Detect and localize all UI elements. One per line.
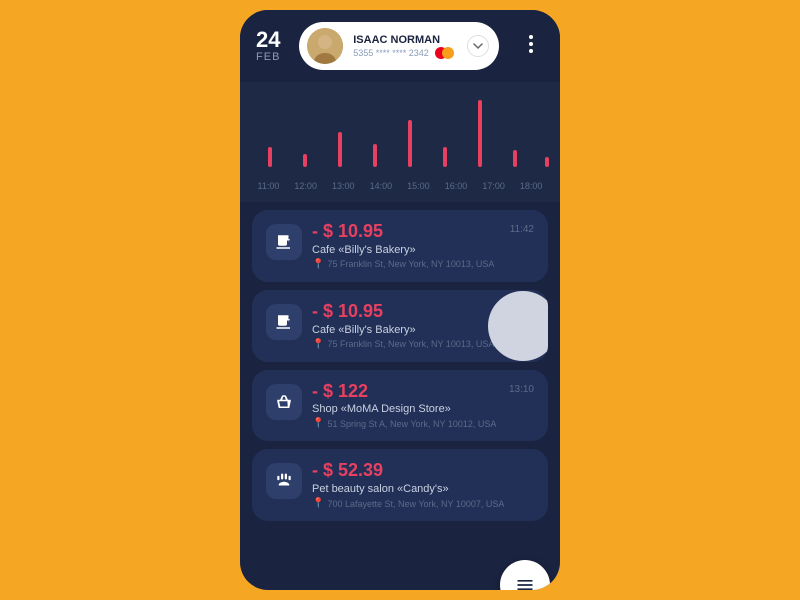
chart-label-1500: 15:00 xyxy=(407,181,430,191)
mastercard-icon xyxy=(435,47,454,59)
transaction-amount-3: - $ 122 xyxy=(312,382,534,402)
transaction-name-3: Shop «MoMA Design Store» xyxy=(312,403,534,415)
transaction-details-1: - $ 10.95 Cafe «Billy's Bakery» 📍 75 Fra… xyxy=(312,222,534,270)
card-number: 5355 **** **** 2342 xyxy=(353,47,457,59)
chart-labels: 11:00 12:00 13:00 14:00 15:00 16:00 17:0… xyxy=(240,177,560,195)
transaction-card-3[interactable]: - $ 122 Shop «MoMA Design Store» 📍 51 Sp… xyxy=(252,370,548,442)
chart-label-1100: 11:00 xyxy=(258,181,280,191)
transaction-time-3: 13:10 xyxy=(509,384,534,395)
user-info: ISAAC NORMAN 5355 **** **** 2342 xyxy=(353,34,457,59)
transaction-details-3: - $ 122 Shop «MoMA Design Store» 📍 51 Sp… xyxy=(312,382,534,430)
transaction-icon-1 xyxy=(266,224,302,260)
chart-label-1200: 12:00 xyxy=(294,181,317,191)
chart-svg xyxy=(240,92,560,172)
pin-icon-3: 📍 xyxy=(312,418,324,429)
more-options-button[interactable] xyxy=(518,31,544,62)
pin-icon-4: 📍 xyxy=(312,498,324,509)
pin-icon-2: 📍 xyxy=(312,339,324,350)
chart-label-1600: 16:00 xyxy=(445,181,468,191)
transaction-card-2[interactable]: - $ 10.95 Cafe «Billy's Bakery» 📍 75 Fra… xyxy=(252,290,548,362)
transaction-card-1[interactable]: - $ 10.95 Cafe «Billy's Bakery» 📍 75 Fra… xyxy=(252,210,548,282)
chart-label-1800: 18:00 xyxy=(520,181,543,191)
transaction-amount-1: - $ 10.95 xyxy=(312,222,534,242)
cafe-icon-2 xyxy=(275,313,293,331)
swipe-circle xyxy=(488,291,548,361)
date-month: FEB xyxy=(256,51,280,63)
transaction-amount-4: - $ 52.39 xyxy=(312,461,534,481)
transaction-address-3: 📍 51 Spring St A, New York, NY 10012, US… xyxy=(312,418,534,429)
transaction-icon-2 xyxy=(266,304,302,340)
transaction-icon-3 xyxy=(266,384,302,420)
pet-icon xyxy=(275,472,293,490)
chart-label-1400: 14:00 xyxy=(370,181,393,191)
user-card[interactable]: ISAAC NORMAN 5355 **** **** 2342 xyxy=(299,22,499,70)
header: 24 FEB ISAAC NORMAN 5355 **** **** 2342 xyxy=(240,10,560,82)
avatar xyxy=(307,28,343,64)
transaction-list: - $ 10.95 Cafe «Billy's Bakery» 📍 75 Fra… xyxy=(240,202,560,590)
shop-icon xyxy=(275,393,293,411)
date-block: 24 FEB xyxy=(256,29,280,63)
cafe-icon xyxy=(275,233,293,251)
transaction-card-4[interactable]: - $ 52.39 Pet beauty salon «Candy's» 📍 7… xyxy=(252,449,548,521)
transaction-name-1: Cafe «Billy's Bakery» xyxy=(312,244,534,256)
transaction-time-1: 11:42 xyxy=(510,224,534,235)
transaction-icon-4 xyxy=(266,463,302,499)
menu-icon xyxy=(515,575,535,590)
more-icon xyxy=(522,35,540,53)
chevron-down-icon xyxy=(473,41,483,51)
chart-label-1300: 13:00 xyxy=(332,181,355,191)
user-name: ISAAC NORMAN xyxy=(353,34,457,46)
dropdown-button[interactable] xyxy=(467,35,489,57)
transaction-address-4: 📍 700 Lafayette St, New York, NY 10007, … xyxy=(312,498,534,509)
transaction-details-4: - $ 52.39 Pet beauty salon «Candy's» 📍 7… xyxy=(312,461,534,509)
chart-label-1700: 17:00 xyxy=(482,181,505,191)
transaction-address-1: 📍 75 Franklin St, New York, NY 10013, US… xyxy=(312,259,534,270)
pin-icon-1: 📍 xyxy=(312,259,324,270)
chart-area: 11:00 12:00 13:00 14:00 15:00 16:00 17:0… xyxy=(240,82,560,202)
phone-container: 24 FEB ISAAC NORMAN 5355 **** **** 2342 xyxy=(240,10,560,590)
transaction-name-4: Pet beauty salon «Candy's» xyxy=(312,483,534,495)
date-day: 24 xyxy=(256,29,280,51)
